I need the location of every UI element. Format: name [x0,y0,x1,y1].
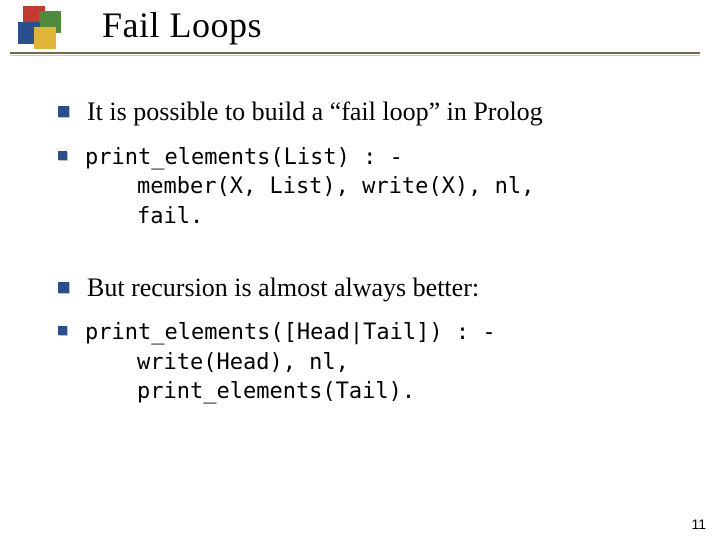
slide-body: It is possible to build a “fail loop” in… [58,96,680,421]
spacer [58,246,680,272]
slide-header: Fail Loops [0,0,720,56]
bullet-icon [58,282,69,293]
code-line: fail. [137,202,534,232]
header-rule [10,52,700,54]
page-number: 11 [691,516,706,532]
bullet-icon [58,151,67,160]
logo-icon [18,6,82,50]
code-line: print_elements(List) : - [85,143,534,173]
code-line: write(Head), nl, [137,348,496,378]
logo-square-yellow [34,27,56,49]
list-item: But recursion is almost always better: [58,272,680,305]
header-rule-shadow [10,55,700,56]
bullet-text: But recursion is almost always better: [87,272,479,305]
code-block: print_elements([Head|Tail]) : - write(He… [85,318,496,407]
list-item: print_elements([Head|Tail]) : - write(He… [58,318,680,407]
list-item: It is possible to build a “fail loop” in… [58,96,680,129]
bullet-icon [58,326,67,335]
code-block: print_elements(List) : - member(X, List)… [85,143,534,232]
slide-title: Fail Loops [102,4,262,46]
code-line: member(X, List), write(X), nl, [137,172,534,202]
code-line: print_elements([Head|Tail]) : - [85,318,496,348]
code-line: print_elements(Tail). [137,377,496,407]
slide: Fail Loops It is possible to build a “fa… [0,0,720,540]
bullet-text: It is possible to build a “fail loop” in… [87,96,543,129]
list-item: print_elements(List) : - member(X, List)… [58,143,680,232]
bullet-icon [58,106,69,117]
